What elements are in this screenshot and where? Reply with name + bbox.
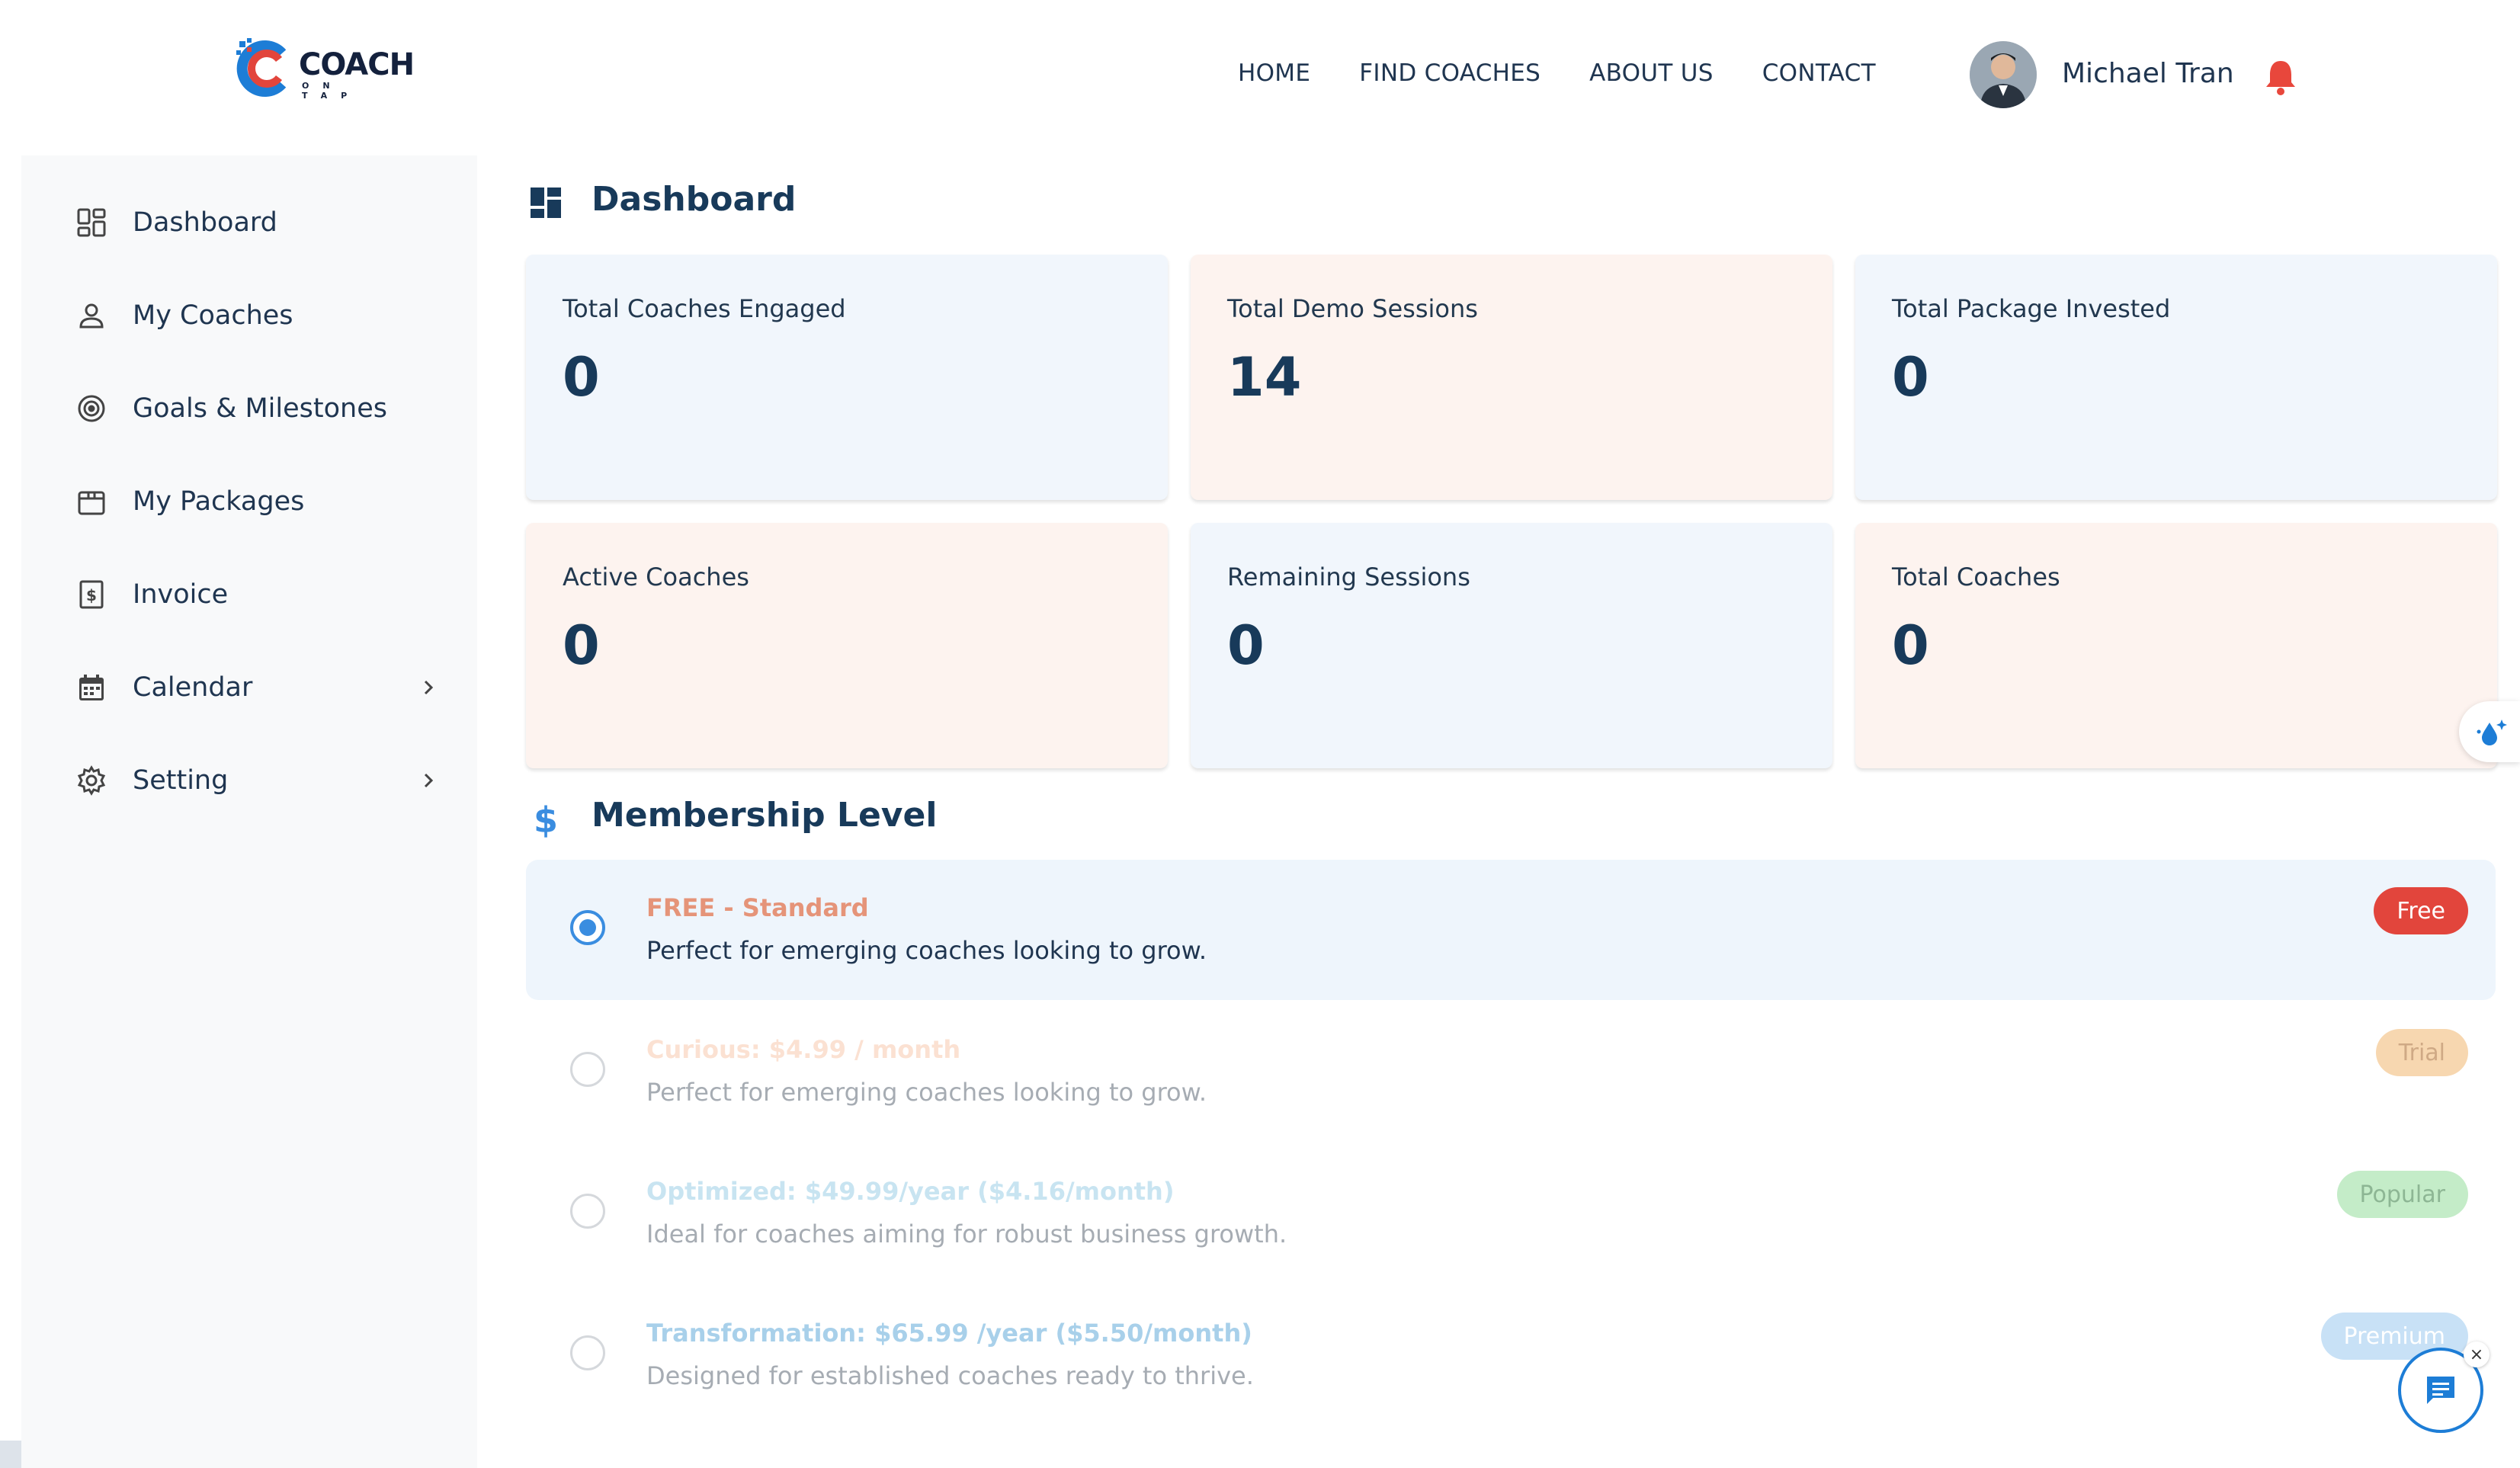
nav-contact[interactable]: CONTACT: [1762, 59, 1876, 87]
plan-option-transformation[interactable]: Transformation: $65.99 /year ($5.50/mont…: [526, 1285, 2496, 1425]
stat-value: 0: [563, 346, 600, 409]
dashboard-title: Dashboard: [592, 180, 797, 219]
gear-icon: [75, 764, 108, 797]
nav-about-us[interactable]: ABOUT US: [1589, 59, 1714, 87]
main-nav: HOME FIND COACHES ABOUT US CONTACT: [1238, 59, 1925, 87]
stat-label: Total Coaches: [1892, 563, 2060, 591]
avatar-person-icon: [1970, 41, 2037, 108]
sidebar-item-label: My Coaches: [133, 300, 293, 331]
chevron-right-icon: [424, 773, 434, 788]
dollar-icon: $: [534, 800, 558, 838]
svg-text:$: $: [86, 586, 97, 604]
stat-card-active-coaches: Active Coaches 0: [526, 523, 1168, 768]
top-header: COACH ON TAP HOME FIND COACHES ABOUT US …: [0, 0, 2520, 152]
sidebar-item-label: My Packages: [133, 486, 305, 517]
calendar-icon: [75, 671, 108, 704]
close-icon[interactable]: ×: [2464, 1341, 2490, 1367]
dashboard-grid-icon: [75, 206, 108, 239]
bell-icon[interactable]: [2264, 58, 2297, 96]
stat-card-total-coaches-engaged: Total Coaches Engaged 0: [526, 255, 1168, 500]
user-name[interactable]: Michael Tran: [2062, 58, 2234, 89]
logo-text: COACH: [299, 47, 415, 82]
chat-bubble-icon: [2427, 1377, 2454, 1404]
plan-radio[interactable]: [570, 1194, 605, 1229]
plan-radio[interactable]: [570, 1335, 605, 1370]
chevron-right-icon: [424, 680, 434, 695]
invoice-dollar-icon: $: [75, 578, 108, 611]
plan-title: Curious: $4.99 / month: [646, 1035, 961, 1064]
plan-option-free[interactable]: FREE - Standard Perfect for emerging coa…: [526, 860, 2496, 1000]
plan-badge: Trial: [2375, 1029, 2468, 1076]
plan-badge: Popular: [2336, 1171, 2468, 1218]
svg-text:$: $: [534, 800, 558, 838]
stat-card-total-coaches: Total Coaches 0: [1855, 523, 2497, 768]
nav-home[interactable]: HOME: [1238, 59, 1310, 87]
plan-description: Designed for established coaches ready t…: [646, 1361, 1254, 1390]
user-avatar[interactable]: [1970, 41, 2037, 108]
plan-option-optimized[interactable]: Optimized: $49.99/year ($4.16/month) Ide…: [526, 1143, 2496, 1284]
plan-description: Perfect for emerging coaches looking to …: [646, 1078, 1207, 1107]
package-icon: [75, 485, 108, 518]
stat-value: 0: [1892, 614, 1929, 677]
plan-description: Ideal for coaches aiming for robust busi…: [646, 1220, 1287, 1248]
plan-option-curious[interactable]: Curious: $4.99 / month Perfect for emerg…: [526, 1002, 2496, 1142]
sidebar-item-goals-milestones[interactable]: Goals & Milestones: [75, 386, 441, 431]
stat-value: 0: [563, 614, 600, 677]
window-edge: [0, 1441, 21, 1468]
stat-value: 14: [1227, 346, 1302, 409]
floating-assistant-tab[interactable]: [2459, 701, 2520, 762]
stat-label: Total Coaches Engaged: [563, 294, 846, 323]
stat-label: Active Coaches: [563, 563, 749, 591]
membership-title: Membership Level: [592, 796, 938, 835]
plan-radio[interactable]: [570, 1052, 605, 1087]
plan-badge: Free: [2374, 887, 2468, 934]
sidebar-item-my-coaches[interactable]: My Coaches: [75, 293, 441, 338]
sidebar-item-my-packages[interactable]: My Packages: [75, 479, 441, 524]
plan-radio[interactable]: [570, 910, 605, 945]
stat-card-remaining-sessions: Remaining Sessions 0: [1191, 523, 1832, 768]
sidebar-item-label: Dashboard: [133, 207, 277, 238]
sidebar-item-invoice[interactable]: $ Invoice: [75, 572, 441, 617]
plan-title: Optimized: $49.99/year ($4.16/month): [646, 1177, 1175, 1206]
stat-value: 0: [1892, 346, 1929, 409]
sidebar-item-calendar[interactable]: Calendar: [75, 665, 441, 710]
stat-card-total-package-invested: Total Package Invested 0: [1855, 255, 2497, 500]
stat-label: Remaining Sessions: [1227, 563, 1470, 591]
nav-find-coaches[interactable]: FIND COACHES: [1359, 59, 1541, 87]
logo-mark-icon: [236, 38, 287, 97]
sidebar: Dashboard My Coaches Goals & Milestones …: [21, 155, 477, 1468]
stat-label: Total Package Invested: [1892, 294, 2171, 323]
sidebar-item-label: Setting: [133, 765, 229, 796]
coach-on-tap-logo[interactable]: COACH ON TAP: [235, 37, 418, 101]
person-icon: [75, 299, 108, 332]
logo-subtext: ON TAP: [302, 81, 361, 101]
stat-card-total-demo-sessions: Total Demo Sessions 14: [1191, 255, 1832, 500]
dashboard-section-icon: [531, 188, 561, 218]
target-icon: [75, 392, 108, 425]
water-drop-sparkle-icon: [2477, 720, 2507, 745]
sidebar-item-label: Invoice: [133, 579, 229, 610]
plan-title: FREE - Standard: [646, 893, 869, 922]
stat-label: Total Demo Sessions: [1227, 294, 1478, 323]
sidebar-item-label: Goals & Milestones: [133, 393, 387, 424]
stat-value: 0: [1227, 614, 1265, 677]
plan-description: Perfect for emerging coaches looking to …: [646, 936, 1207, 965]
sidebar-item-label: Calendar: [133, 672, 253, 703]
sidebar-item-setting[interactable]: Setting: [75, 758, 441, 803]
sidebar-item-dashboard[interactable]: Dashboard: [75, 200, 441, 245]
plan-title: Transformation: $65.99 /year ($5.50/mont…: [646, 1319, 1252, 1348]
